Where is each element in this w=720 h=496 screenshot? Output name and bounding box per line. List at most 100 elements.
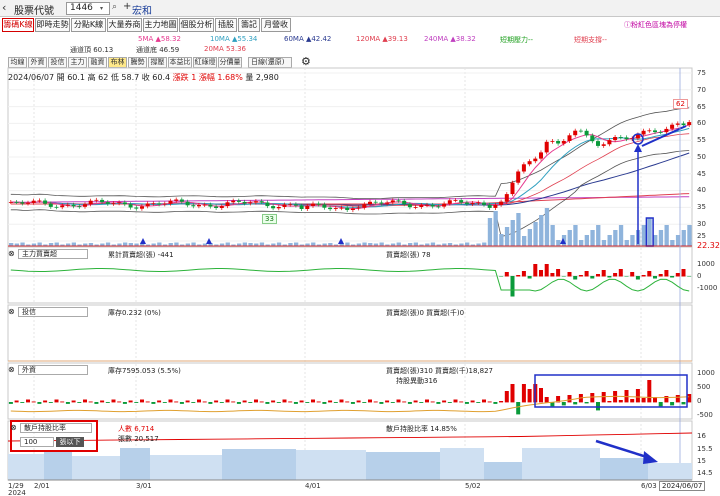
foreign-bar	[31, 401, 36, 403]
trend-line	[641, 125, 687, 147]
x-tick: 4/01	[305, 482, 321, 490]
holders-unit[interactable]: 張以下	[56, 437, 84, 447]
candle-body	[225, 202, 230, 207]
foreign-bar	[430, 401, 435, 403]
volume-bar	[556, 240, 561, 246]
main-force-bar	[567, 272, 572, 277]
main-force-bar	[687, 276, 692, 277]
volume-bar	[225, 242, 230, 246]
volume-bar	[618, 225, 624, 246]
candle-body	[48, 203, 53, 207]
main-force-bar	[510, 276, 515, 297]
main-force-bar	[675, 273, 680, 277]
holders-level-select[interactable]: 100	[20, 437, 54, 447]
candle-body	[516, 171, 521, 183]
foreign-axis: 500	[697, 383, 711, 391]
volume-bar	[168, 243, 173, 246]
foreign-bar	[681, 402, 686, 405]
foreign-bar	[510, 384, 515, 403]
holder-ratio-bar	[222, 449, 296, 480]
close-icon[interactable]: ⊗	[8, 249, 15, 258]
holders-axis: 15.5	[697, 445, 713, 453]
foreign-bar	[402, 401, 407, 403]
foreign-bar	[407, 402, 412, 404]
foreign-bar	[590, 393, 595, 403]
candle-body	[14, 202, 19, 203]
foreign-bar	[65, 402, 70, 404]
volume-bar	[613, 230, 618, 246]
holder-ratio-bar	[522, 448, 600, 480]
volume-bar	[687, 225, 692, 246]
price-tick: 30	[697, 220, 706, 228]
foreign-bar	[8, 402, 13, 404]
holders-avg: 張數 20,517	[118, 435, 159, 443]
volume-bar	[482, 242, 487, 246]
volume-bar	[516, 213, 521, 246]
volume-bar	[658, 230, 664, 246]
foreign-bar	[447, 402, 452, 403]
candle-body	[687, 122, 692, 126]
main-force-bar	[573, 276, 578, 280]
close-icon[interactable]: ⊗	[10, 423, 17, 432]
candle-body	[197, 205, 201, 207]
candle-body	[43, 200, 48, 204]
main-force-bar	[664, 270, 669, 277]
foreign-bar	[390, 402, 395, 403]
foreign-bar	[202, 401, 207, 403]
main-force-bar	[584, 271, 589, 277]
foreign-bar	[145, 401, 150, 403]
foreign-bar	[453, 399, 458, 403]
foreign-bar	[328, 400, 333, 403]
candle-body	[242, 201, 247, 204]
foreign-bar	[168, 399, 173, 403]
main-force-bar	[630, 272, 635, 277]
price-tick: 45	[697, 170, 706, 178]
candle-body	[464, 202, 469, 204]
trust-net: 買賣超(張)0 買賣超(千)0	[386, 309, 465, 317]
close-icon[interactable]: ⊗	[8, 365, 15, 374]
candle-body	[254, 201, 258, 203]
candle-body	[647, 130, 652, 132]
foreign-axis: -500	[697, 411, 713, 419]
volume-bar	[522, 236, 527, 246]
candle-body	[675, 123, 680, 125]
foreign-bar	[43, 400, 48, 403]
candle-body	[37, 200, 42, 202]
foreign-bar	[664, 396, 669, 403]
foreign-bar	[48, 402, 53, 403]
foreign-bar	[675, 395, 680, 403]
main-force-bar	[556, 269, 561, 277]
candle-body	[368, 201, 372, 205]
holders-select[interactable]: 散戶持股比率	[20, 423, 92, 433]
foreign-bar	[293, 402, 298, 404]
foreign-bar	[350, 402, 355, 404]
candle-body	[442, 203, 447, 207]
candle-body	[134, 207, 139, 209]
foreign-bar	[191, 402, 196, 403]
main-force-select[interactable]: 主力買賣超	[18, 249, 88, 259]
main-force-bar	[544, 264, 549, 277]
candle-body	[653, 130, 657, 133]
volume-bar	[379, 242, 384, 246]
candle-body	[60, 205, 65, 208]
foreign-select[interactable]: 外資	[18, 365, 88, 375]
foreign-bar	[362, 402, 367, 403]
foreign-bar	[214, 400, 219, 403]
volume-bar	[487, 218, 493, 246]
foreign-bar	[567, 395, 572, 403]
candle-body	[88, 200, 93, 205]
foreign-bar	[117, 401, 122, 403]
volume-bar	[248, 243, 253, 246]
close-icon[interactable]: ⊗	[8, 307, 15, 316]
foreign-stock: 庫存7595.053 (5.5%)	[108, 367, 181, 375]
candle-body	[288, 204, 293, 206]
trust-select[interactable]: 投信	[18, 307, 88, 317]
holder-ratio-bar	[484, 462, 522, 480]
foreign-bar	[487, 401, 492, 403]
candle-body	[584, 130, 589, 136]
foreign-bar	[128, 400, 133, 403]
main-force-bar	[670, 276, 675, 278]
foreign-bar	[140, 399, 144, 403]
foreign-bar	[236, 402, 241, 404]
volume-bar	[447, 243, 453, 246]
